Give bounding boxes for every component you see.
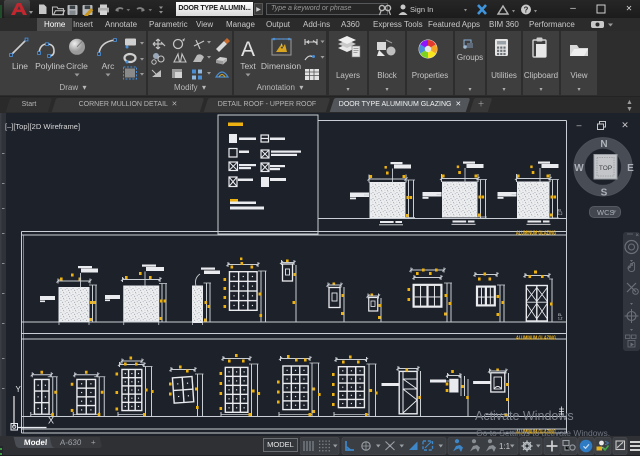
svg-text:ALUMINUM GLAZING: ALUMINUM GLAZING xyxy=(516,231,556,237)
svg-text:1.2: 1.2 xyxy=(558,317,563,321)
svg-text:1:1: 1:1 xyxy=(499,442,511,451)
svg-text:W: W xyxy=(574,163,584,174)
svg-text:Line: Line xyxy=(12,61,28,71)
svg-text:N: N xyxy=(600,139,607,150)
svg-text:X: X xyxy=(48,416,54,426)
svg-text:ALUMINUM GLAZING: ALUMINUM GLAZING xyxy=(516,336,556,342)
svg-text:WCS: WCS xyxy=(597,208,615,217)
svg-text:Y: Y xyxy=(16,385,22,394)
svg-text:Text: Text xyxy=(240,61,256,71)
svg-text:S: S xyxy=(601,188,608,199)
svg-text:1.2: 1.2 xyxy=(558,212,563,216)
svg-text:TOP: TOP xyxy=(599,165,612,172)
svg-text:A: A xyxy=(241,38,255,61)
svg-text:Arc: Arc xyxy=(102,61,116,71)
svg-text:Circle: Circle xyxy=(66,61,88,71)
svg-text:?: ? xyxy=(524,6,529,15)
svg-text:E: E xyxy=(627,163,634,174)
svg-text:Dimension: Dimension xyxy=(261,61,301,71)
svg-text:Polyline: Polyline xyxy=(35,61,65,71)
